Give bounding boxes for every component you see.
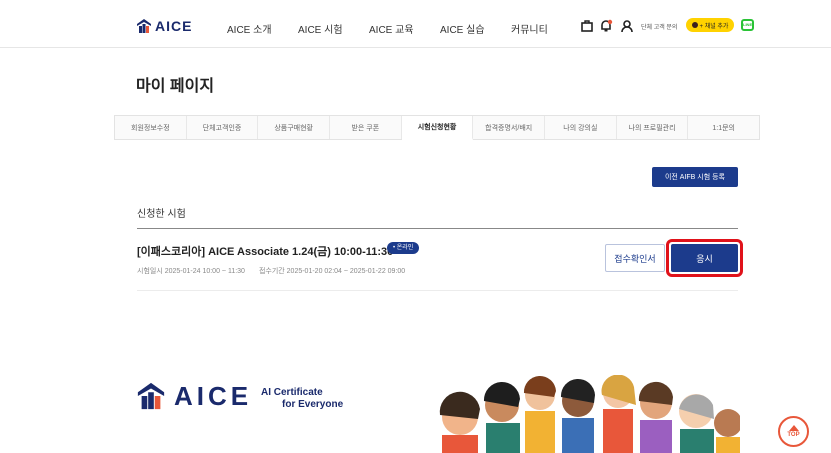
- nav-aice-practice[interactable]: AICE 실습: [440, 21, 485, 36]
- cart-icon[interactable]: [580, 18, 594, 32]
- section-title: 신청한 시험: [137, 209, 186, 220]
- top-label: TOP: [787, 432, 800, 438]
- nav-aice-exam[interactable]: AICE 시험: [298, 21, 343, 36]
- exam-title: [이패스코리아] AICE Associate 1.24(금) 10:00-11…: [137, 246, 394, 258]
- line-icon[interactable]: LINE: [741, 19, 754, 31]
- receipt-button[interactable]: 접수확인서: [605, 244, 665, 272]
- arrow-up-icon: [788, 425, 799, 431]
- footer-logo-text: AICE: [174, 380, 253, 411]
- kakao-label: + 채널 추가: [699, 23, 729, 30]
- site-header: AICE AICE 소개 AICE 시험 AICE 교육 AICE 실습 커뮤니…: [0, 0, 831, 48]
- kakao-channel-button[interactable]: + 채널 추가: [686, 18, 734, 32]
- tab-profile-edit[interactable]: 회원정보수정: [115, 116, 187, 139]
- group-inquiry-link[interactable]: 단체 고객 문의: [641, 22, 677, 31]
- exam-apply-period: 접수기간 2025-01-20 02:04 ~ 2025-01-22 09:00: [258, 268, 406, 275]
- exam-datetime: 시험일시 2025-01-24 10:00 ~ 11:30: [137, 268, 245, 275]
- logo-text: AICE: [155, 18, 193, 34]
- aice-logo-icon: [136, 18, 152, 34]
- row-divider: [137, 290, 738, 291]
- take-exam-button[interactable]: 응시: [671, 244, 738, 272]
- nav-aice-education[interactable]: AICE 교육: [369, 21, 414, 36]
- kakao-icon: [691, 22, 698, 28]
- page-title: 마이 페이지: [136, 78, 215, 95]
- tab-my-classroom[interactable]: 나의 강의실: [545, 116, 617, 139]
- user-icon[interactable]: [620, 18, 634, 33]
- section-divider: [137, 228, 738, 229]
- aice-logo-icon: [136, 380, 166, 412]
- tab-inquiry[interactable]: 1:1문의: [688, 116, 759, 139]
- nav-community[interactable]: 커뮤니티: [511, 21, 548, 36]
- bell-icon[interactable]: [599, 18, 613, 32]
- mypage-tabs: 회원정보수정 단체고객인증 상품구매현황 받은 쿠폰 시험신청현황 합격증명서/…: [114, 115, 760, 140]
- footer-tagline: AI Certificate for Everyone: [261, 387, 343, 411]
- nav-aice-intro[interactable]: AICE 소개: [227, 21, 272, 36]
- footer-logo: AICE: [136, 380, 252, 412]
- tagline-line-2: for Everyone: [282, 399, 344, 410]
- prev-aifb-register-button[interactable]: 이전 AIFB 시험 등록: [652, 167, 738, 187]
- scroll-top-button[interactable]: TOP: [778, 416, 809, 447]
- tab-exam-applications[interactable]: 시험신청현황: [401, 116, 474, 140]
- header-logo[interactable]: AICE: [136, 18, 192, 34]
- tagline-line-1: AI Certificate: [261, 387, 323, 398]
- people-illustration: [430, 374, 742, 453]
- tab-certificates[interactable]: 합격증명서/배지: [473, 116, 546, 139]
- tab-purchases[interactable]: 상품구매현황: [258, 116, 331, 139]
- exam-meta: 시험일시 2025-01-24 10:00 ~ 11:30 접수기간 2025-0…: [137, 266, 405, 276]
- online-badge: • 온라인: [387, 242, 420, 254]
- tab-coupons[interactable]: 받은 쿠폰: [330, 116, 402, 139]
- tab-profile-manage[interactable]: 나의 프로필관리: [617, 116, 689, 139]
- tab-group-verify[interactable]: 단체고객인증: [187, 116, 259, 139]
